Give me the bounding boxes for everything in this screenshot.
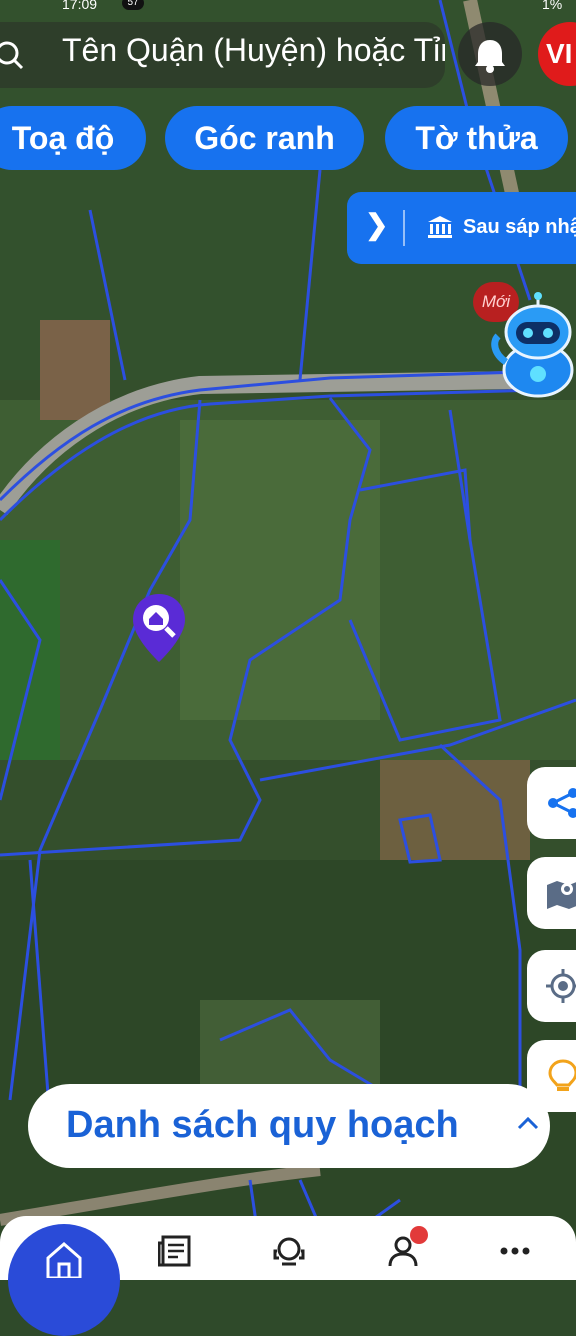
- search-bar[interactable]: Tên Quận (Huyện) hoặc Tỉnh: [0, 22, 445, 88]
- location-pin-icon[interactable]: [130, 592, 188, 664]
- robot-assistant-icon[interactable]: [488, 292, 576, 400]
- bulb-icon: [548, 1059, 576, 1091]
- share-button[interactable]: [527, 767, 576, 839]
- notification-button[interactable]: [458, 22, 522, 86]
- merge-label: Sau sáp nhập: [463, 216, 576, 238]
- status-bar: 17:09 57 1%: [0, 0, 576, 14]
- government-building-icon: [428, 216, 452, 238]
- support-icon[interactable]: [272, 1234, 306, 1268]
- locate-icon: [546, 969, 576, 1003]
- map-icon: [547, 881, 576, 909]
- planning-list-label: Danh sách quy hoạch: [66, 1104, 459, 1146]
- news-icon[interactable]: [158, 1234, 192, 1268]
- notification-dot: [410, 1226, 428, 1244]
- tab-corner-boundary[interactable]: Góc ranh: [165, 106, 364, 170]
- search-icon: [0, 41, 24, 70]
- status-time: 17:09: [62, 0, 98, 12]
- divider: [403, 210, 405, 246]
- chevron-right-icon[interactable]: ❯: [365, 208, 388, 241]
- tab-coordinates[interactable]: Toạ độ: [0, 106, 146, 170]
- planning-list-bar[interactable]: Danh sách quy hoạch: [28, 1084, 550, 1168]
- map-layers-button[interactable]: [527, 857, 576, 929]
- home-icon: [46, 1242, 82, 1278]
- merge-toggle-panel[interactable]: ❯ Sau sáp nhập: [347, 192, 576, 264]
- share-icon: [548, 788, 576, 818]
- notification-count-badge: 57: [122, 0, 144, 10]
- search-input[interactable]: Tên Quận (Huyện) hoặc Tỉnh: [62, 30, 445, 70]
- chevron-up-icon[interactable]: [516, 1112, 540, 1136]
- bell-icon: [475, 40, 505, 73]
- tab-parcel-sheet[interactable]: Tờ thửa: [385, 106, 568, 170]
- battery-level: 1%: [542, 0, 563, 12]
- my-location-button[interactable]: [527, 950, 576, 1022]
- nav-home[interactable]: [8, 1224, 120, 1336]
- more-icon[interactable]: [498, 1234, 532, 1268]
